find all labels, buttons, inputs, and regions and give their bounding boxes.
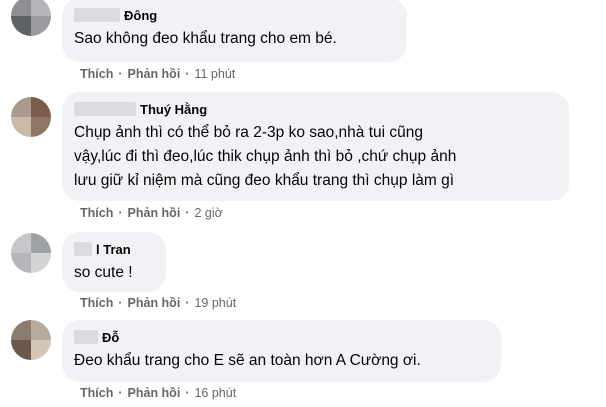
separator-dot: ·: [185, 296, 190, 310]
reply-button[interactable]: Phản hồi: [128, 67, 181, 81]
like-button[interactable]: Thích: [80, 296, 113, 310]
comment-author[interactable]: l Tran: [96, 242, 131, 257]
reply-button[interactable]: Phản hồi: [128, 386, 181, 400]
comment-bubble: Thuý Hằng Chụp ảnh thì có thể bỏ ra 2-3p…: [62, 92, 569, 201]
separator-dot: ·: [118, 67, 123, 81]
comment-actions: Thích · Phản hồi · 11 phút: [80, 67, 235, 81]
like-button[interactable]: Thích: [80, 386, 113, 400]
comment-text: vậy,lúc đi thì đeo,lúc thik chụp ảnh thì…: [74, 148, 457, 165]
comment-actions: Thích · Phản hồi · 2 giờ: [80, 206, 223, 220]
comment-timestamp[interactable]: 16 phút: [194, 386, 236, 400]
comment-bubble: Đỗ Đeo khẩu trang cho E sẽ an toàn hơn A…: [62, 320, 501, 382]
blurred-name: [74, 102, 136, 116]
reply-button[interactable]: Phản hồi: [128, 296, 181, 310]
blurred-name: [74, 8, 120, 22]
comment-text: Đeo khẩu trang cho E sẽ an toàn hơn A Cư…: [74, 352, 421, 369]
comment-timestamp[interactable]: 2 giờ: [194, 206, 222, 220]
comment-bubble: l Tran so cute !: [62, 232, 166, 292]
comment-timestamp[interactable]: 19 phút: [194, 296, 236, 310]
avatar[interactable]: [11, 320, 51, 360]
like-button[interactable]: Thích: [80, 67, 113, 81]
comment-author[interactable]: Đỗ: [102, 330, 119, 345]
like-button[interactable]: Thích: [80, 206, 113, 220]
avatar[interactable]: [11, 97, 51, 137]
comment-author[interactable]: Thuý Hằng: [140, 102, 207, 117]
comment-actions: Thích · Phản hồi · 16 phút: [80, 386, 236, 400]
avatar[interactable]: [11, 0, 51, 36]
separator-dot: ·: [185, 67, 190, 81]
separator-dot: ·: [118, 296, 123, 310]
reply-button[interactable]: Phản hồi: [128, 206, 181, 220]
comment-text: lưu giữ kỉ niệm mà cũng đeo khẩu trang t…: [74, 172, 455, 189]
blurred-name: [74, 242, 92, 256]
comment-bubble: Đông Sao không đeo khẩu trang cho em bé.: [62, 0, 407, 62]
comment-text: Chụp ảnh thì có thể bỏ ra 2-3p ko sao,nh…: [74, 124, 423, 141]
separator-dot: ·: [185, 386, 190, 400]
separator-dot: ·: [118, 206, 123, 220]
avatar[interactable]: [11, 233, 51, 273]
comment-actions: Thích · Phản hồi · 19 phút: [80, 296, 236, 310]
separator-dot: ·: [185, 206, 190, 220]
comment-author[interactable]: Đông: [124, 8, 157, 23]
comment-text: so cute !: [74, 264, 133, 281]
separator-dot: ·: [118, 386, 123, 400]
comment-timestamp[interactable]: 11 phút: [194, 67, 235, 81]
blurred-name: [74, 330, 98, 344]
comment-text: Sao không đeo khẩu trang cho em bé.: [74, 30, 337, 47]
